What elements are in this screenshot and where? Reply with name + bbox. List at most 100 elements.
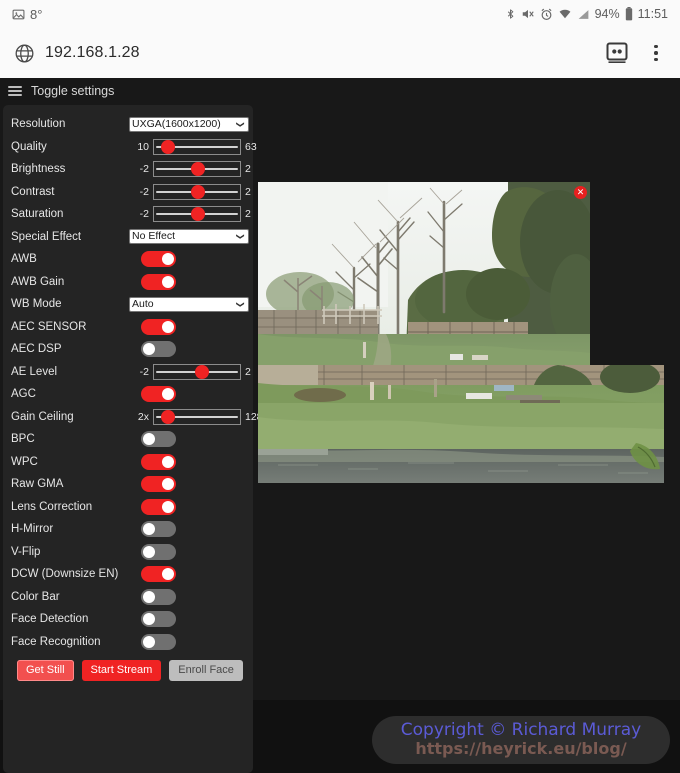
settings-row-label: Face Recognition [11, 635, 101, 648]
toggle-knob [143, 545, 155, 558]
toggle-face-detection[interactable] [141, 611, 176, 628]
enroll-face-button[interactable]: Enroll Face [169, 660, 243, 681]
toggle-knob [143, 343, 155, 356]
android-status-bar: 8° 94% 11:51 [0, 0, 680, 28]
settings-row-control: -2 2 [129, 206, 269, 223]
toggle-knob [162, 388, 174, 401]
settings-row: AWB Gain [11, 271, 245, 294]
toggle-color-bar[interactable] [141, 588, 176, 605]
temperature-label: 8° [30, 6, 43, 22]
settings-row-control: UXGA(1600x1200) ❯ [129, 116, 249, 132]
settings-row-label: AWB [11, 253, 37, 266]
settings-row-label: Face Detection [11, 613, 89, 626]
toggle-aec-dsp[interactable] [141, 341, 176, 358]
settings-row: WB Mode Auto ❯ [11, 293, 249, 316]
settings-row-control [129, 431, 245, 448]
settings-row-label: AGC [11, 388, 36, 401]
settings-row-label: Color Bar [11, 590, 60, 603]
toggle-face-recognition[interactable] [141, 633, 176, 650]
toggle-knob [162, 568, 174, 581]
settings-row: BPC [11, 428, 245, 451]
slider-thumb[interactable] [191, 184, 205, 199]
settings-row-label: Raw GMA [11, 478, 64, 491]
globe-icon [14, 43, 35, 64]
settings-row-control [129, 476, 245, 493]
slider-saturation[interactable] [153, 206, 241, 223]
settings-row-label: Lens Correction [11, 500, 93, 513]
status-bar-left: 8° [12, 7, 42, 22]
url-text[interactable]: 192.168.1.28 [45, 44, 140, 62]
settings-row: Face Detection [11, 608, 245, 631]
toggle-agc[interactable] [141, 386, 176, 403]
select-wb-mode[interactable]: Auto ❯ [129, 296, 249, 312]
slider-thumb[interactable] [191, 207, 205, 222]
toggle-lens-correction[interactable] [141, 498, 176, 515]
settings-row: AWB [11, 248, 245, 271]
select-value: UXGA(1600x1200) [132, 117, 221, 130]
slider-thumb[interactable] [161, 409, 176, 424]
hamburger-icon[interactable] [8, 84, 22, 99]
slider-min-label: -2 [139, 365, 149, 378]
start-stream-button[interactable]: Start Stream [81, 660, 162, 681]
settings-row-control: No Effect ❯ [129, 229, 249, 245]
still-image-preview[interactable] [258, 182, 590, 369]
toggle-h-mirror[interactable] [141, 521, 176, 538]
watermark-copyright: Copyright © Richard Murray [400, 720, 642, 741]
stream-image-preview[interactable] [258, 365, 664, 483]
settings-row-label: H-Mirror [11, 523, 54, 536]
settings-row-control [129, 498, 245, 515]
toggle-dcw-downsize-en-[interactable] [141, 566, 176, 583]
overflow-menu-icon[interactable] [646, 40, 666, 66]
slider-thumb[interactable] [191, 162, 205, 177]
address-bar[interactable]: 192.168.1.28 [14, 43, 604, 64]
settings-panel: Resolution UXGA(1600x1200) ❯ Quality 10 63 Bri… [3, 105, 268, 773]
toggle-knob [162, 275, 174, 288]
battery-icon [625, 7, 633, 21]
settings-row: Quality 10 63 [11, 136, 257, 159]
slider-group: -2 2 [129, 363, 269, 380]
slider-ae-level[interactable] [153, 363, 241, 380]
settings-row-control [129, 318, 245, 335]
slider-contrast[interactable] [153, 183, 241, 200]
settings-row: Lens Correction [11, 496, 245, 519]
bluetooth-icon [505, 7, 516, 21]
slider-group: 2x 128x [129, 408, 269, 425]
tab-count-icon[interactable] [604, 40, 630, 66]
slider-quality[interactable] [153, 138, 241, 155]
slider-brightness[interactable] [153, 161, 241, 178]
get-still-button[interactable]: Get Still [17, 660, 74, 681]
settings-row: Raw GMA [11, 473, 245, 496]
slider-thumb[interactable] [161, 139, 176, 154]
chevron-down-icon: ❯ [236, 300, 246, 308]
settings-row-control [129, 251, 245, 268]
clock-label: 11:51 [637, 7, 668, 21]
slider-max-label: 2 [245, 163, 251, 176]
settings-row: Brightness -2 2 [11, 158, 251, 181]
settings-row: Color Bar [11, 586, 245, 609]
settings-row-label: WPC [11, 455, 38, 468]
toggle-settings-header[interactable]: Toggle settings [0, 78, 680, 100]
select-special-effect[interactable]: No Effect ❯ [129, 229, 249, 245]
settings-row-control [129, 566, 245, 583]
slider-max-label: 63 [245, 140, 257, 153]
toggle-awb[interactable] [141, 251, 176, 268]
settings-row-label: AWB Gain [11, 275, 65, 288]
settings-row-control [129, 273, 245, 290]
toggle-knob [143, 433, 155, 446]
slider-gain-ceiling[interactable] [153, 408, 241, 425]
toggle-raw-gma[interactable] [141, 476, 176, 493]
close-icon[interactable]: ✕ [574, 186, 587, 199]
settings-row-control [129, 341, 245, 358]
settings-row-control: 2x 128x [129, 408, 269, 425]
toggle-v-flip[interactable] [141, 543, 176, 560]
select-resolution[interactable]: UXGA(1600x1200) ❯ [129, 116, 249, 132]
toggle-bpc[interactable] [141, 431, 176, 448]
slider-thumb[interactable] [195, 364, 210, 379]
status-bar-right: 94% 11:51 [505, 7, 668, 21]
toggle-aec-sensor[interactable] [141, 318, 176, 335]
settings-row-label: Gain Ceiling [11, 410, 74, 423]
action-button-row: Get Still Start Stream Enroll Face [11, 660, 245, 681]
toggle-awb-gain[interactable] [141, 273, 176, 290]
toggle-wpc[interactable] [141, 453, 176, 470]
alarm-icon [540, 8, 553, 21]
